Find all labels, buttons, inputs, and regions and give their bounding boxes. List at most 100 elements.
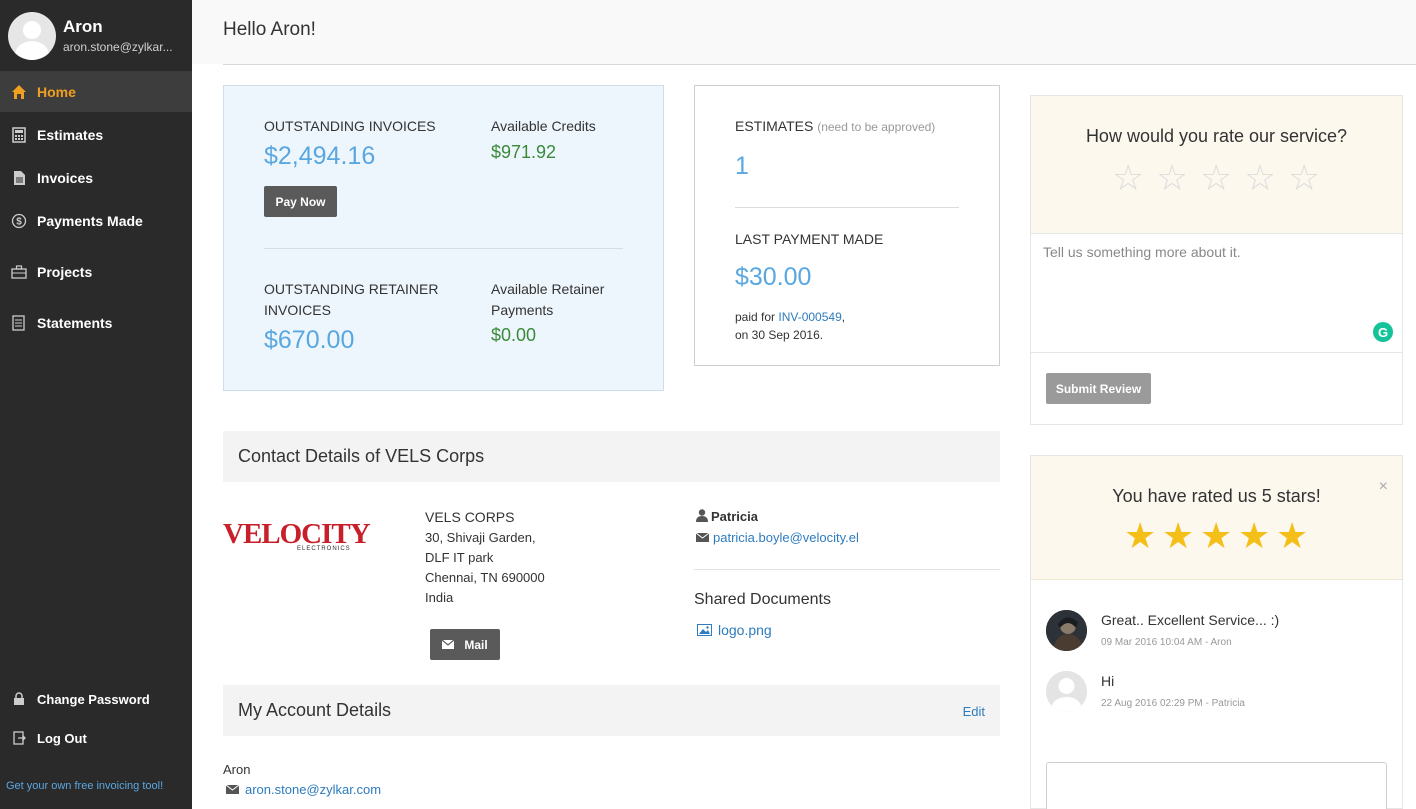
svg-text:$: $ xyxy=(16,217,22,228)
sidebar-item-estimates[interactable]: Estimates xyxy=(0,115,192,155)
contact-email-link[interactable]: patricia.boyle@velocity.el xyxy=(713,530,859,545)
address-line-4: India xyxy=(425,590,454,605)
sidebar-item-statements[interactable]: Statements xyxy=(0,303,192,343)
sidebar-item-label: Estimates xyxy=(37,127,104,143)
briefcase-icon xyxy=(11,264,27,280)
comment-input[interactable] xyxy=(1046,762,1387,809)
sidebar-item-label: Statements xyxy=(37,315,113,331)
last-payment-amount: $30.00 xyxy=(735,263,812,291)
retainer-payments-label-1: Available Retainer xyxy=(491,281,605,297)
rating-star-2[interactable]: ☆ xyxy=(1156,160,1188,196)
rated-title: You have rated us 5 stars! xyxy=(1112,486,1321,506)
estimates-card: ESTIMATES (need to be approved) 1 LAST P… xyxy=(694,85,1000,366)
avatar xyxy=(8,11,56,60)
paid-for-suffix: , xyxy=(841,310,846,324)
paid-for-prefix: paid for xyxy=(735,310,776,324)
shared-document-item: logo.png xyxy=(697,620,772,641)
address-line-3: Chennai, TN 690000 xyxy=(425,570,545,585)
rating-star-1[interactable]: ☆ xyxy=(1112,160,1144,196)
image-file-icon xyxy=(697,621,712,641)
account-name: Aron xyxy=(223,762,251,777)
sidebar-item-label: Payments Made xyxy=(37,213,143,229)
rated-star-3: ★ xyxy=(1200,515,1233,556)
retainer-payments-label-2: Payments xyxy=(491,302,554,318)
address-line-1: 30, Shivaji Garden, xyxy=(425,530,536,545)
mail-button[interactable]: Mail xyxy=(430,629,500,660)
sidebar-item-label: Projects xyxy=(37,264,93,280)
review-meta: 22 Aug 2016 02:29 PM - Patricia xyxy=(1101,698,1245,709)
summary-divider xyxy=(264,248,623,249)
pay-now-button[interactable]: Pay Now xyxy=(264,186,337,217)
envelope-icon xyxy=(695,528,710,548)
retainer-invoices-label-2: INVOICES xyxy=(264,302,331,318)
paid-for-line: paid for INV-000549, xyxy=(735,308,845,326)
company-name: VELS CORPS xyxy=(425,509,515,525)
sidebar-item-invoices[interactable]: Invoices xyxy=(0,158,192,198)
account-email: aron.stone@zylkar.com xyxy=(225,780,381,800)
rating-question: How would you rate our service? xyxy=(1085,126,1348,146)
log-out-label: Log Out xyxy=(37,730,87,746)
shared-document-link[interactable]: logo.png xyxy=(718,622,772,638)
promo-link[interactable]: Get your own free invoicing tool! xyxy=(6,780,163,792)
edit-account-link[interactable]: Edit xyxy=(963,704,985,719)
change-password-label: Change Password xyxy=(37,691,150,707)
dollar-circle-icon: $ xyxy=(11,213,27,229)
invoice-link[interactable]: INV-000549 xyxy=(778,310,841,324)
payment-date: on 30 Sep 2016. xyxy=(735,328,824,342)
account-section-header: My Account Details Edit xyxy=(223,685,1000,736)
review-text: Hi xyxy=(1101,673,1115,689)
logo-subtitle: ELECTRONICS xyxy=(297,546,351,552)
estimates-label: ESTIMATES (need to be approved) xyxy=(735,116,935,138)
header-divider xyxy=(223,64,1416,65)
address-line-2: DLF IT park xyxy=(425,550,494,565)
profile-email: aron.stone@zylkar... xyxy=(63,39,173,54)
sidebar-item-label: Invoices xyxy=(37,170,94,186)
grammarly-icon[interactable]: G xyxy=(1373,322,1393,342)
lock-icon xyxy=(11,691,27,707)
home-icon xyxy=(11,84,27,100)
account-email-link[interactable]: aron.stone@zylkar.com xyxy=(245,782,381,797)
contact-section-header: Contact Details of VELS Corps xyxy=(223,431,1000,482)
last-payment-label: LAST PAYMENT MADE xyxy=(735,231,884,247)
rating-star-4[interactable]: ☆ xyxy=(1244,160,1276,196)
review-textarea[interactable]: Tell us something more about it. xyxy=(1031,233,1402,353)
sidebar: Aron aron.stone@zylkar... Home Estimates… xyxy=(0,0,192,809)
document-icon xyxy=(11,170,27,186)
contact-person: Patricia xyxy=(696,507,758,528)
rated-star-4: ★ xyxy=(1238,515,1271,556)
statement-icon xyxy=(11,315,27,331)
outstanding-invoices-amount: $2,494.16 xyxy=(264,142,376,170)
rating-star-3[interactable]: ☆ xyxy=(1200,160,1232,196)
page-title: Hello Aron! xyxy=(223,19,316,40)
rating-star-5[interactable]: ☆ xyxy=(1288,160,1320,196)
profile-header[interactable]: Aron aron.stone@zylkar... xyxy=(0,0,192,72)
contact-person-name: Patricia xyxy=(711,509,758,524)
rated-header: You have rated us 5 stars! × ★ ★ ★ ★ ★ xyxy=(1031,456,1402,580)
submit-review-button[interactable]: Submit Review xyxy=(1046,373,1151,404)
rating-card: How would you rate our service? ☆ ☆ ☆ ☆ … xyxy=(1030,95,1403,425)
page-header: Hello Aron! xyxy=(192,0,1416,64)
available-credits-label: Available Credits xyxy=(491,118,596,134)
sidebar-item-projects[interactable]: Projects xyxy=(0,252,192,292)
estimates-divider xyxy=(735,207,959,208)
retainer-invoices-amount: $670.00 xyxy=(264,326,355,354)
change-password-link[interactable]: Change Password xyxy=(0,679,192,719)
available-credits-amount: $971.92 xyxy=(491,142,557,162)
rated-star-2: ★ xyxy=(1162,515,1195,556)
sidebar-item-label: Home xyxy=(37,84,76,100)
outstanding-invoices-label: OUTSTANDING INVOICES xyxy=(264,118,436,134)
estimates-count[interactable]: 1 xyxy=(735,152,749,181)
account-section-title: My Account Details xyxy=(238,700,392,720)
rated-star-1: ★ xyxy=(1124,515,1157,556)
user-icon xyxy=(696,508,708,528)
close-icon[interactable]: × xyxy=(1379,478,1388,496)
profile-name: Aron xyxy=(63,16,103,36)
log-out-link[interactable]: Log Out xyxy=(0,718,192,758)
estimates-title: ESTIMATES xyxy=(735,118,814,134)
sidebar-item-payments-made[interactable]: $ Payments Made xyxy=(0,201,192,241)
reviewer-avatar xyxy=(1046,671,1087,712)
sidebar-item-home[interactable]: Home xyxy=(0,72,192,112)
calculator-icon xyxy=(11,127,27,143)
rating-header: How would you rate our service? ☆ ☆ ☆ ☆ … xyxy=(1031,96,1402,233)
contact-email: patricia.boyle@velocity.el xyxy=(695,528,859,548)
